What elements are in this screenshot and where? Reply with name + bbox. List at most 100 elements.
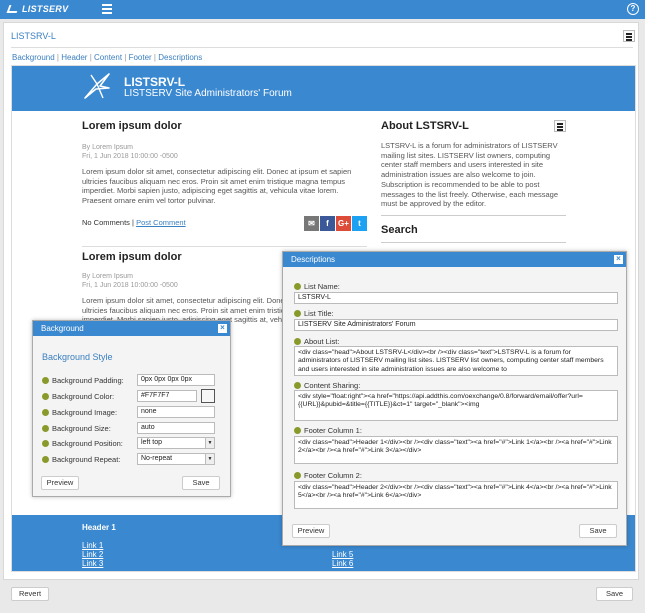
field-label: Footer Column 1: (294, 426, 362, 435)
info-icon (42, 425, 49, 432)
info-icon (294, 427, 301, 434)
save-button[interactable]: Save (579, 524, 617, 538)
save-button[interactable]: Save (596, 587, 633, 601)
footer-link[interactable]: Link 2 (82, 550, 116, 559)
page-title: LISTSRV-L (11, 31, 56, 41)
list-title-input[interactable]: LISTSERV Site Administrators' Forum (294, 319, 618, 331)
field-label: List Title: (294, 309, 334, 318)
footer-link[interactable]: Link 5 (332, 550, 353, 559)
close-icon[interactable]: × (614, 255, 623, 264)
post-author: By Lorem Ipsum (82, 144, 133, 151)
footer-column-2: Link 5 Link 6 (332, 550, 353, 568)
help-icon[interactable]: ? (627, 3, 639, 15)
hamburger-menu-icon[interactable] (102, 4, 112, 14)
info-icon (294, 283, 301, 290)
background-position-select[interactable]: left top ▼ (137, 437, 215, 449)
dialog-title: Background (41, 324, 84, 333)
info-icon (294, 338, 301, 345)
info-icon (42, 393, 49, 400)
logo-mark-icon (6, 5, 20, 13)
widget-menu-icon[interactable] (554, 120, 566, 132)
field-label: Background Padding: (42, 376, 124, 385)
share-buttons: ✉ f G+ t (303, 215, 367, 231)
background-color-input[interactable]: #F7F7F7 (137, 390, 197, 402)
top-bar: LISTSERV ? (0, 0, 645, 19)
banner-subtitle: LISTSERV Site Administrators' Forum (124, 88, 292, 99)
post-date: Fri, 1 Jun 2018 10:00:00 -0500 (82, 152, 178, 160)
field-label: Background Repeat: (42, 455, 120, 464)
field-label: Background Position: (42, 439, 123, 448)
link-content[interactable]: Content (94, 53, 122, 62)
link-descriptions[interactable]: Descriptions (158, 53, 202, 62)
field-label: Background Color: (42, 392, 114, 401)
footer-header: Header 1 (82, 523, 116, 532)
field-label: Background Image: (42, 408, 117, 417)
dialog-header: Background × (33, 321, 230, 336)
about-widget: About LSTSRV-L LSTSRV-L is a forum for a… (381, 120, 566, 243)
about-title: About LSTSRV-L (381, 120, 469, 132)
background-image-input[interactable]: none (137, 406, 215, 418)
post-title[interactable]: Lorem ipsum dolor (82, 120, 367, 132)
link-background[interactable]: Background (12, 53, 55, 62)
info-icon (42, 440, 49, 447)
field-label: Footer Column 2: (294, 471, 362, 480)
close-icon[interactable]: × (218, 324, 227, 333)
footer-column-1-textarea[interactable]: <div class="head">Header 1</div><br /><d… (294, 436, 618, 464)
section-links: Background | Header | Content | Footer |… (12, 53, 203, 62)
footer-column-2-textarea[interactable]: <div class="head">Header 2</div><br /><d… (294, 481, 618, 509)
post: Lorem ipsum dolor By Lorem Ipsum Fri, 1 … (82, 120, 367, 231)
banner-title: LISTSRV-L (124, 75, 186, 89)
footer-link[interactable]: Link 1 (82, 541, 116, 550)
list-name-input[interactable]: LSTSRV-L (294, 292, 618, 304)
info-icon (42, 456, 49, 463)
info-icon (294, 382, 301, 389)
save-button[interactable]: Save (182, 476, 220, 490)
field-label: About List: (294, 337, 339, 346)
revert-button[interactable]: Revert (11, 587, 49, 601)
content-sharing-textarea[interactable]: <div style="float:right"><a href="https:… (294, 390, 618, 421)
app-name: LISTSERV (22, 4, 69, 14)
footer-link[interactable]: Link 6 (332, 559, 353, 568)
background-padding-input[interactable]: 0px 0px 0px 0px (137, 374, 215, 386)
field-label: Content Sharing: (294, 381, 360, 390)
footer-link[interactable]: Link 3 (82, 559, 116, 568)
divider (381, 241, 566, 243)
field-label: List Name: (294, 282, 340, 291)
link-header[interactable]: Header (61, 53, 87, 62)
options-menu-icon[interactable] (623, 30, 635, 42)
divider (381, 214, 566, 216)
post-meta: By Lorem Ipsum Fri, 1 Jun 2018 10:00:00 … (82, 144, 367, 161)
section-title: Background Style (42, 352, 113, 362)
post-comment-link[interactable]: Post Comment (136, 218, 186, 227)
preview-button[interactable]: Preview (41, 476, 79, 490)
field-label: Background Size: (42, 424, 111, 433)
chevron-down-icon: ▼ (205, 438, 214, 448)
post-divider (82, 246, 367, 247)
about-text: LSTSRV-L is a forum for administrators o… (381, 141, 559, 209)
search-title: Search (381, 223, 418, 236)
preview-button[interactable]: Preview (292, 524, 330, 538)
info-icon (294, 310, 301, 317)
email-icon[interactable]: ✉ (304, 215, 319, 231)
dialog-title: Descriptions (291, 255, 336, 264)
about-list-textarea[interactable]: <div class="head">About LSTSRV-L</div><b… (294, 346, 618, 376)
post-body: Lorem ipsum dolor sit amet, consectetur … (82, 167, 352, 206)
preview-banner: LISTSRV-L LISTSERV Site Administrators' … (12, 66, 635, 111)
comment-count: No Comments (82, 217, 130, 227)
info-icon (294, 472, 301, 479)
dialog-header: Descriptions × (283, 252, 626, 267)
color-swatch[interactable] (201, 389, 215, 403)
link-footer[interactable]: Footer (129, 53, 152, 62)
background-repeat-select[interactable]: No-repeat ▼ (137, 453, 215, 465)
info-icon (42, 409, 49, 416)
app-logo[interactable]: LISTSERV (6, 4, 69, 14)
background-dialog: Background × Background Style Background … (32, 320, 231, 497)
facebook-icon[interactable]: f (320, 215, 335, 231)
footer-column-1: Header 1 Link 1 Link 2 Link 3 (82, 523, 116, 568)
google-plus-icon[interactable]: G+ (336, 215, 351, 231)
background-size-input[interactable]: auto (137, 422, 215, 434)
info-icon (42, 377, 49, 384)
descriptions-dialog: Descriptions × List Name: LSTSRV-L List T… (282, 251, 627, 546)
chevron-down-icon: ▼ (205, 454, 214, 464)
twitter-icon[interactable]: t (352, 215, 367, 231)
